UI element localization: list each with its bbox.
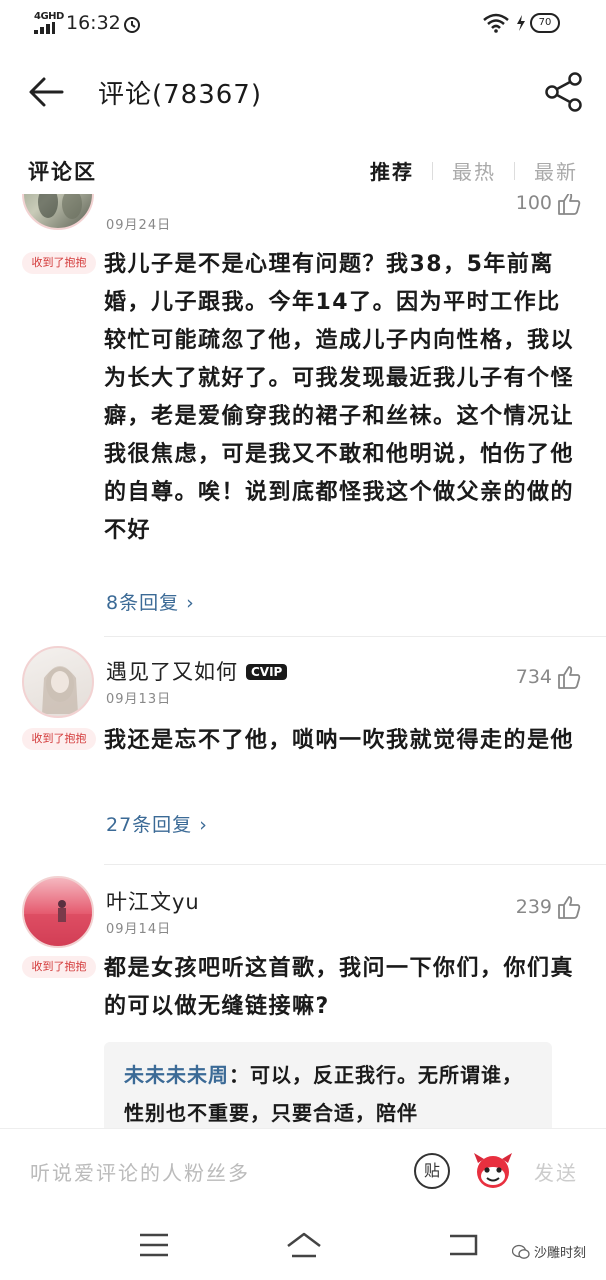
system-back-button[interactable] — [446, 1230, 482, 1260]
section-title: 评论区 — [28, 160, 97, 184]
back-button[interactable] — [22, 70, 70, 114]
header: 评论(78367) — [0, 56, 606, 128]
menu-icon — [140, 1233, 168, 1257]
thumbs-up-icon — [558, 194, 581, 215]
hug-badge: 收到了抱抱 — [22, 956, 96, 978]
tab-divider — [514, 162, 515, 180]
vip-badge: CVIP — [246, 664, 288, 680]
status-bar: 4GHD 16:32 70 — [0, 0, 606, 46]
alarm-icon — [124, 17, 140, 33]
send-button[interactable]: 发送 — [534, 1157, 578, 1186]
comment-item: 遇见了又如何 CVIP 09月13日 734 收到了抱抱 我还是忘不了他，唢呐一吹… — [0, 646, 606, 866]
avatar[interactable] — [22, 194, 94, 230]
thumbs-up-icon — [558, 896, 581, 919]
tab-newest[interactable]: 最新 — [534, 156, 578, 185]
battery-icon: 70 — [530, 13, 560, 33]
sticker-button[interactable]: 贴 — [414, 1153, 450, 1189]
comment-item: 叶江文yu 09月14日 239 收到了抱抱 都是女孩吧听这首歌，我问一下你们，… — [0, 876, 606, 1128]
comment-list: 09月24日 100 收到了抱抱 我儿子是不是心理有问题？我38，5年前离婚，儿… — [0, 194, 606, 1128]
like-count: 100 — [515, 194, 552, 214]
comment-section-bar: 评论区 推荐 最热 最新 — [0, 146, 606, 194]
watermark: 沙雕时刻 — [511, 1242, 586, 1261]
like-button[interactable]: 239 — [516, 892, 582, 922]
home-icon — [287, 1232, 321, 1258]
arrow-left-icon — [29, 77, 64, 107]
tab-hottest[interactable]: 最热 — [452, 156, 496, 185]
comment-item: 09月24日 100 收到了抱抱 我儿子是不是心理有问题？我38，5年前离婚，儿… — [0, 194, 606, 637]
menu-button[interactable] — [136, 1230, 172, 1260]
tab-recommended[interactable]: 推荐 — [370, 156, 414, 185]
like-button[interactable]: 100 — [516, 194, 582, 218]
hug-badge: 收到了抱抱 — [22, 252, 96, 274]
emoji-face-icon — [474, 1153, 512, 1188]
username[interactable]: 遇见了又如何 CVIP — [106, 656, 288, 686]
hug-badge: 收到了抱抱 — [22, 728, 96, 750]
comment-text: 我儿子是不是心理有问题？我38，5年前离婚，儿子跟我。今年14了。因为平时工作比… — [104, 252, 575, 543]
charging-icon — [517, 15, 525, 31]
tab-divider — [432, 162, 433, 180]
page-title: 评论(78367) — [98, 80, 262, 110]
system-nav-bar: 沙雕时刻 — [0, 1212, 606, 1280]
divider — [104, 864, 606, 865]
wechat-icon — [511, 1244, 530, 1259]
status-icons: 70 — [482, 11, 562, 35]
comment-date: 09月14日 — [106, 922, 172, 937]
like-count: 239 — [515, 896, 552, 918]
thumbs-up-icon — [558, 666, 581, 689]
comment-text: 我还是忘不了他，唢呐一吹我就觉得走的是他 — [104, 728, 575, 753]
emoji-button[interactable] — [472, 1149, 514, 1191]
share-icon — [545, 72, 582, 112]
divider — [104, 636, 606, 637]
back-nav-icon — [450, 1234, 478, 1256]
home-button[interactable] — [284, 1230, 324, 1260]
username[interactable]: 叶江文yu — [106, 886, 200, 916]
comment-date: 09月13日 — [106, 692, 172, 707]
comment-text: 都是女孩吧听这首歌，我问一下你们，你们真的可以做无缝链接嘛? — [104, 956, 575, 1019]
view-replies-link[interactable]: 8条回复 › — [106, 588, 195, 615]
reply-preview[interactable]: 未未未未周：可以，反正我行。无所谓谁，性别也不重要，只要合适，陪伴 — [104, 1042, 552, 1128]
comment-date: 09月24日 — [106, 218, 172, 233]
watermark-text: 沙雕时刻 — [533, 1246, 586, 1261]
clock-time: 16:32 — [66, 12, 121, 34]
like-button[interactable]: 734 — [516, 662, 582, 692]
network-type: 4GHD — [34, 11, 64, 22]
reply-author[interactable]: 未未未未周 — [124, 1063, 229, 1087]
view-replies-link[interactable]: 27条回复 › — [106, 810, 208, 837]
avatar[interactable] — [22, 646, 94, 718]
signal-icon — [34, 22, 56, 34]
username-text: 遇见了又如何 — [106, 660, 238, 684]
avatar[interactable] — [22, 876, 94, 948]
like-count: 734 — [515, 666, 552, 688]
comment-input-bar: 听说爱评论的人粉丝多 贴 发送 — [0, 1128, 606, 1212]
wifi-icon — [483, 13, 509, 33]
share-button[interactable] — [542, 70, 586, 114]
comment-input[interactable]: 听说爱评论的人粉丝多 — [30, 1157, 250, 1186]
